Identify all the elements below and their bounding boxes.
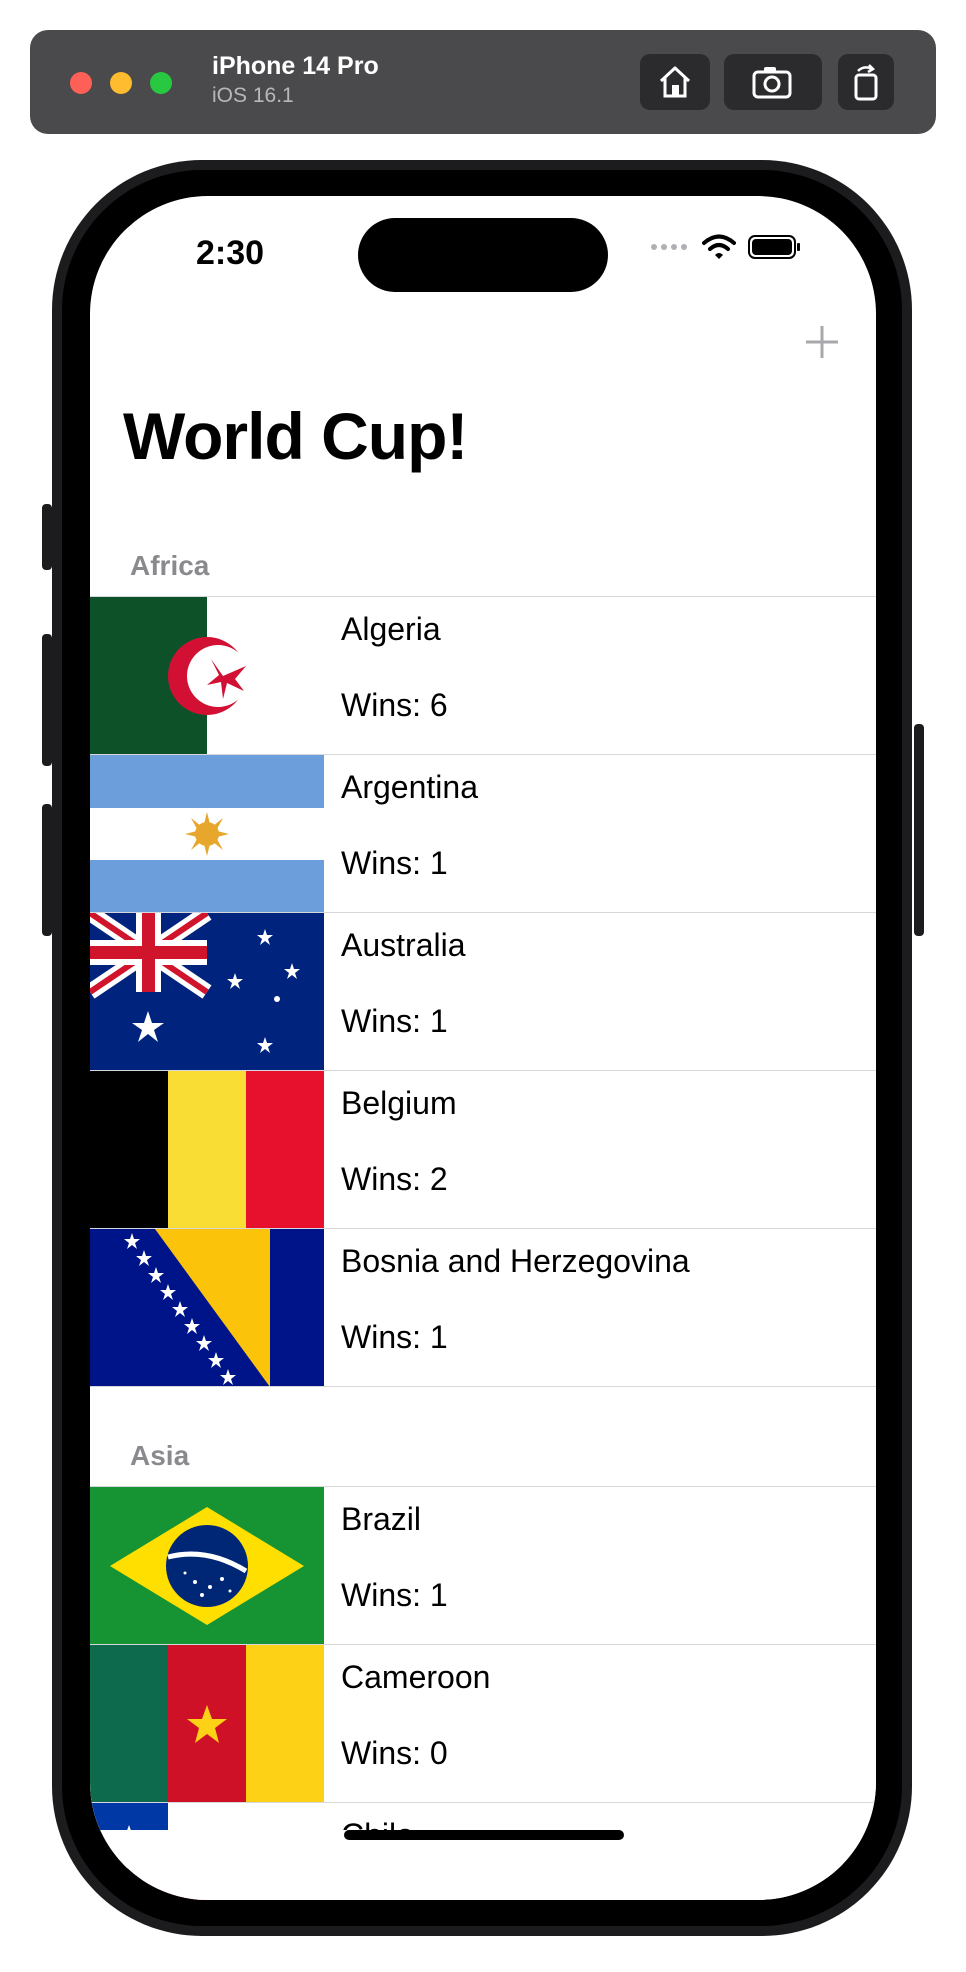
status-icons	[650, 234, 802, 260]
battery-icon	[748, 235, 800, 259]
table-row[interactable]: Australia Wins: 1	[90, 912, 876, 1071]
country-name: Cameroon	[341, 1659, 491, 1695]
wins-label: Wins: 0	[341, 1735, 448, 1771]
plus-icon[interactable]	[802, 322, 842, 362]
bosnia-flag-image	[90, 1229, 324, 1387]
country-name: Algeria	[341, 611, 441, 647]
dynamic-island	[358, 218, 608, 292]
table-row[interactable]: Argentina Wins: 1	[90, 754, 876, 913]
power-button[interactable]	[914, 724, 924, 936]
rotate-icon	[854, 64, 878, 101]
australia-flag-image	[90, 913, 324, 1071]
brazil-flag-image	[90, 1487, 324, 1645]
screen: 2:30 World Cup! Africa Algeria Wins: 6 A…	[90, 196, 876, 1900]
table-row[interactable]: Algeria Wins: 6	[90, 596, 876, 755]
country-name: Belgium	[341, 1085, 457, 1121]
algeria-flag-image	[90, 597, 324, 755]
table-row[interactable]: Cameroon Wins: 0	[90, 1644, 876, 1803]
wifi-icon	[702, 234, 736, 259]
screenshot-button[interactable]	[724, 54, 822, 110]
home-indicator[interactable]	[344, 1830, 624, 1840]
belgium-flag-image	[90, 1071, 324, 1229]
minimize-window-button[interactable]	[110, 72, 132, 94]
zoom-window-button[interactable]	[150, 72, 172, 94]
table-row[interactable]: Belgium Wins: 2	[90, 1070, 876, 1229]
volume-down-button[interactable]	[42, 804, 52, 936]
section-header-asia: Asia	[130, 1440, 190, 1471]
country-name: Bosnia and Herzegovina	[341, 1243, 690, 1279]
wins-label: Wins: 1	[341, 1003, 448, 1039]
table-row[interactable]: Brazil Wins: 1	[90, 1486, 876, 1645]
wins-label: Wins: 6	[341, 687, 448, 723]
country-name: Australia	[341, 927, 466, 963]
argentina-flag-image	[90, 755, 324, 913]
cameroon-flag-image	[90, 1645, 324, 1803]
section-bottom-separator	[90, 1386, 876, 1387]
simulator-toolbar: iPhone 14 Pro iOS 16.1	[30, 30, 936, 134]
page-title: World Cup!	[123, 399, 468, 473]
screenshot-icon	[752, 67, 792, 99]
signal-icon	[651, 244, 687, 250]
os-version: iOS 16.1	[212, 84, 294, 107]
volume-up-button[interactable]	[42, 634, 52, 766]
wins-label: Wins: 2	[341, 1161, 448, 1197]
home-button[interactable]	[640, 54, 710, 110]
section-header-africa: Africa	[130, 550, 210, 581]
wins-label: Wins: 1	[341, 845, 448, 881]
country-name: Brazil	[341, 1501, 422, 1537]
country-name: Argentina	[341, 769, 478, 805]
close-window-button[interactable]	[70, 72, 92, 94]
table-row[interactable]: Bosnia and Herzegovina Wins: 1	[90, 1228, 876, 1387]
rotate-button[interactable]	[838, 54, 894, 110]
wins-label: Wins: 1	[341, 1319, 448, 1355]
home-icon	[659, 66, 691, 98]
device-name: iPhone 14 Pro	[212, 52, 379, 80]
status-time: 2:30	[196, 234, 265, 272]
action-button[interactable]	[42, 504, 52, 570]
bottom-safe-area	[90, 1830, 876, 1900]
wins-label: Wins: 1	[341, 1577, 448, 1613]
